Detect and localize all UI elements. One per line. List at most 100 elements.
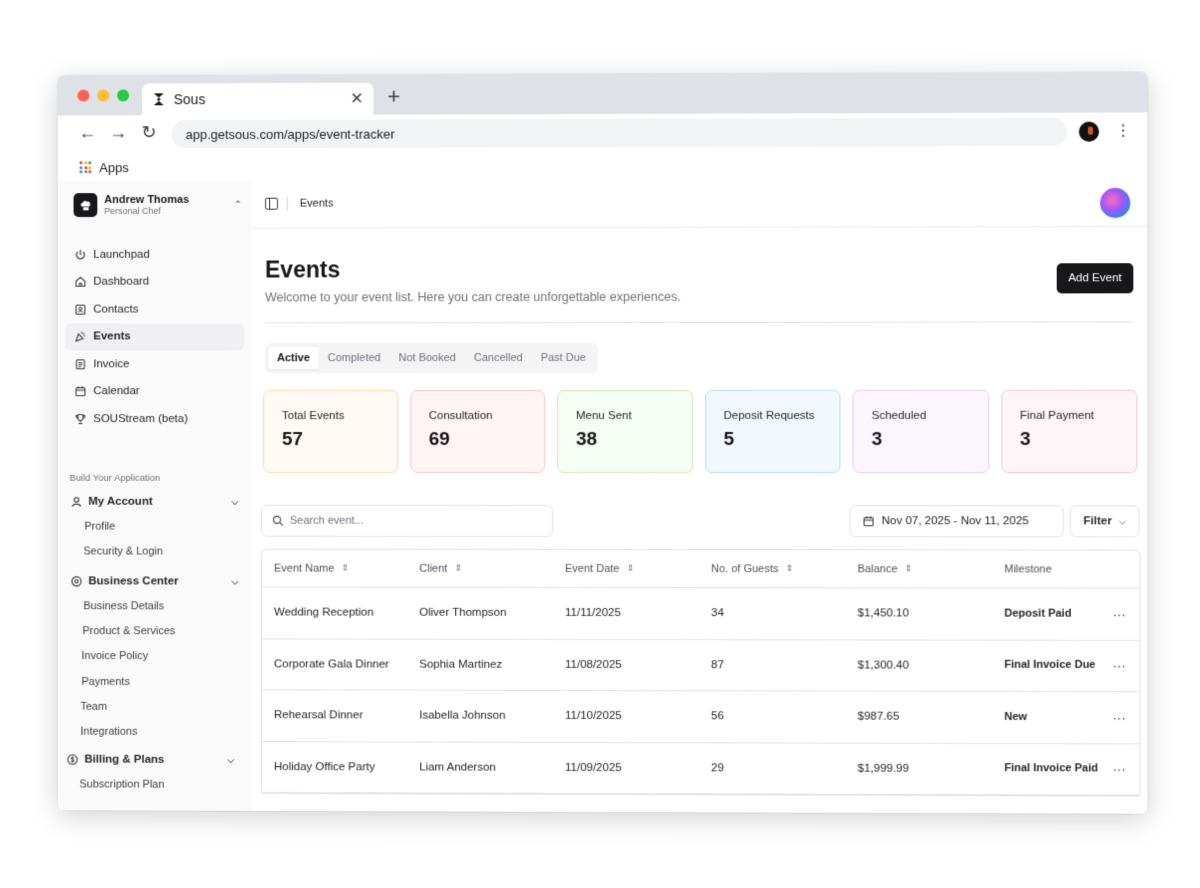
tab-completed[interactable]: Completed bbox=[319, 347, 390, 369]
tab-cancelled[interactable]: Cancelled bbox=[465, 347, 532, 369]
sidebar-item-invoice[interactable]: Invoice bbox=[66, 350, 245, 378]
search-input[interactable]: Search event... bbox=[261, 504, 554, 537]
sidebar-item-label: Events bbox=[93, 330, 131, 343]
minimize-window-button[interactable] bbox=[97, 89, 110, 102]
cell-milestone: Final Invoice Due bbox=[1004, 659, 1096, 672]
cell-milestone: Deposit Paid bbox=[1004, 607, 1072, 620]
cell-guests: 34 bbox=[711, 607, 724, 620]
contact-card-icon bbox=[74, 303, 88, 315]
tab-past-due[interactable]: Past Due bbox=[532, 347, 595, 369]
cell-event-name: Wedding Reception bbox=[274, 606, 374, 619]
sidebar-item-launchpad[interactable]: Launchpad bbox=[66, 241, 245, 269]
table-row[interactable]: Holiday Office Party Liam Anderson 11/09… bbox=[262, 741, 1140, 796]
stats-row: Total Events 57 Consultation 69 Menu Sen… bbox=[263, 389, 1138, 474]
cell-event-date: 11/10/2025 bbox=[565, 710, 622, 723]
sidebar: Andrew Thomas Personal Chef ⌃ Launchpad … bbox=[57, 180, 252, 811]
stat-label: Deposit Requests bbox=[723, 409, 815, 422]
sidebar-item-soustream[interactable]: SOUStream (beta) bbox=[66, 405, 245, 432]
sub-item-integrations[interactable]: Integrations bbox=[66, 719, 245, 745]
stat-card-final-payment[interactable]: Final Payment 3 bbox=[1000, 389, 1138, 474]
chevron-down-icon: ⌵ bbox=[1118, 515, 1126, 526]
cell-event-name: Holiday Office Party bbox=[274, 760, 375, 774]
account-switcher[interactable]: Andrew Thomas Personal Chef ⌃ bbox=[73, 191, 242, 219]
cell-event-date: 11/11/2025 bbox=[565, 607, 621, 620]
browser-tab-bar: Sous ✕ + bbox=[57, 72, 1148, 116]
url-text: app.getsous.com/apps/event-tracker bbox=[185, 126, 395, 142]
app-area: Andrew Thomas Personal Chef ⌃ Launchpad … bbox=[57, 178, 1148, 814]
sidebar-item-dashboard[interactable]: Dashboard bbox=[66, 268, 245, 296]
sub-item-security-login[interactable]: Security & Login bbox=[66, 539, 245, 564]
column-header-guests[interactable]: No. of Guests ⇕ bbox=[699, 563, 845, 575]
stat-value: 69 bbox=[428, 429, 450, 450]
cell-client: Sophia Martinez bbox=[419, 658, 503, 671]
cell-client: Isabella Johnson bbox=[419, 709, 506, 723]
sub-item-profile[interactable]: Profile bbox=[66, 514, 245, 539]
sort-icon: ⇕ bbox=[785, 563, 794, 574]
cell-event-date: 11/08/2025 bbox=[565, 658, 622, 671]
close-tab-icon[interactable]: ✕ bbox=[350, 89, 363, 109]
breadcrumb[interactable]: Events bbox=[300, 198, 333, 210]
apps-grid-icon bbox=[79, 161, 92, 174]
filter-button[interactable]: Filter ⌵ bbox=[1069, 505, 1140, 538]
stat-card-scheduled[interactable]: Scheduled 3 bbox=[852, 389, 989, 474]
column-header-event-date[interactable]: Event Date ⇕ bbox=[553, 562, 699, 574]
sub-item-team[interactable]: Team bbox=[66, 694, 245, 720]
group-header-my-account[interactable]: My Account ⌵ bbox=[66, 490, 245, 514]
sub-item-payments[interactable]: Payments bbox=[66, 669, 245, 695]
row-actions-icon[interactable]: ··· bbox=[1099, 606, 1139, 621]
tab-active[interactable]: Active bbox=[268, 347, 319, 370]
sidebar-item-contacts[interactable]: Contacts bbox=[66, 295, 245, 323]
column-header-event-name[interactable]: Event Name ⇕ bbox=[262, 562, 407, 574]
search-placeholder: Search event... bbox=[289, 514, 364, 527]
date-range-picker[interactable]: Nov 07, 2025 - Nov 11, 2025 bbox=[849, 505, 1064, 538]
sidebar-item-calendar[interactable]: Calendar bbox=[66, 378, 245, 405]
stat-card-total-events[interactable]: Total Events 57 bbox=[263, 390, 398, 473]
sidebar-item-events[interactable]: Events bbox=[65, 322, 245, 351]
chef-hat-icon bbox=[73, 193, 98, 218]
table-row[interactable]: Corporate Gala Dinner Sophia Martinez 11… bbox=[262, 638, 1140, 693]
cell-event-name: Corporate Gala Dinner bbox=[274, 658, 390, 671]
sub-item-business-details[interactable]: Business Details bbox=[66, 593, 245, 618]
row-actions-icon[interactable]: ··· bbox=[1099, 658, 1139, 673]
close-window-button[interactable] bbox=[77, 89, 90, 102]
account-role: Personal Chef bbox=[104, 205, 161, 216]
browser-profile-icon[interactable] bbox=[1078, 121, 1100, 142]
back-arrow-icon[interactable]: ← bbox=[76, 122, 100, 143]
sub-item-product-services[interactable]: Product & Services bbox=[66, 618, 245, 643]
search-icon bbox=[272, 515, 284, 527]
table-row[interactable]: Rehearsal Dinner Isabella Johnson 11/10/… bbox=[262, 690, 1140, 744]
group-header-billing-plans[interactable]: Billing & Plans ⌵ bbox=[62, 748, 241, 772]
stat-value: 3 bbox=[871, 428, 883, 451]
chevron-down-icon: ⌵ bbox=[231, 576, 239, 587]
stat-card-consultation[interactable]: Consultation 69 bbox=[409, 390, 546, 473]
sub-item-invoice-policy[interactable]: Invoice Policy bbox=[66, 644, 245, 670]
column-header-balance[interactable]: Balance ⇕ bbox=[845, 563, 992, 575]
reload-icon[interactable]: ↻ bbox=[137, 122, 161, 143]
sub-item-subscription-plan[interactable]: Subscription Plan bbox=[62, 771, 241, 797]
cell-balance: $1,999.99 bbox=[857, 762, 909, 775]
stat-label: Menu Sent bbox=[576, 409, 632, 423]
maximize-window-button[interactable] bbox=[117, 89, 130, 102]
apps-bookmark[interactable]: Apps bbox=[99, 160, 128, 175]
browser-menu-icon[interactable]: ⋮ bbox=[1115, 121, 1131, 141]
address-bar[interactable]: app.getsous.com/apps/event-tracker bbox=[171, 117, 1067, 149]
table-header: Event Name ⇕ Client ⇕ Event Date ⇕ No. of G… bbox=[262, 549, 1140, 589]
browser-tab[interactable]: Sous ✕ bbox=[141, 82, 374, 116]
stat-card-deposit-requests[interactable]: Deposit Requests 5 bbox=[704, 389, 841, 474]
tab-not-booked[interactable]: Not Booked bbox=[390, 347, 465, 369]
new-tab-icon[interactable]: + bbox=[387, 84, 400, 110]
user-avatar[interactable] bbox=[1100, 187, 1131, 219]
home-icon bbox=[74, 276, 88, 288]
top-bar: Events bbox=[251, 178, 1148, 229]
sidebar-toggle-icon[interactable] bbox=[265, 197, 278, 210]
cell-milestone: New bbox=[1004, 710, 1028, 723]
stat-label: Total Events bbox=[281, 410, 345, 423]
row-actions-icon[interactable]: ··· bbox=[1099, 762, 1139, 777]
table-row[interactable]: Wedding Reception Oliver Thompson 11/11/… bbox=[262, 587, 1140, 641]
group-header-business-center[interactable]: Business Center ⌵ bbox=[66, 569, 245, 593]
add-event-button[interactable]: Add Event bbox=[1056, 263, 1134, 294]
stat-card-menu-sent[interactable]: Menu Sent 38 bbox=[557, 389, 693, 474]
forward-arrow-icon[interactable]: → bbox=[106, 122, 130, 143]
row-actions-icon[interactable]: ··· bbox=[1099, 710, 1139, 725]
column-header-client[interactable]: Client ⇕ bbox=[407, 562, 553, 574]
